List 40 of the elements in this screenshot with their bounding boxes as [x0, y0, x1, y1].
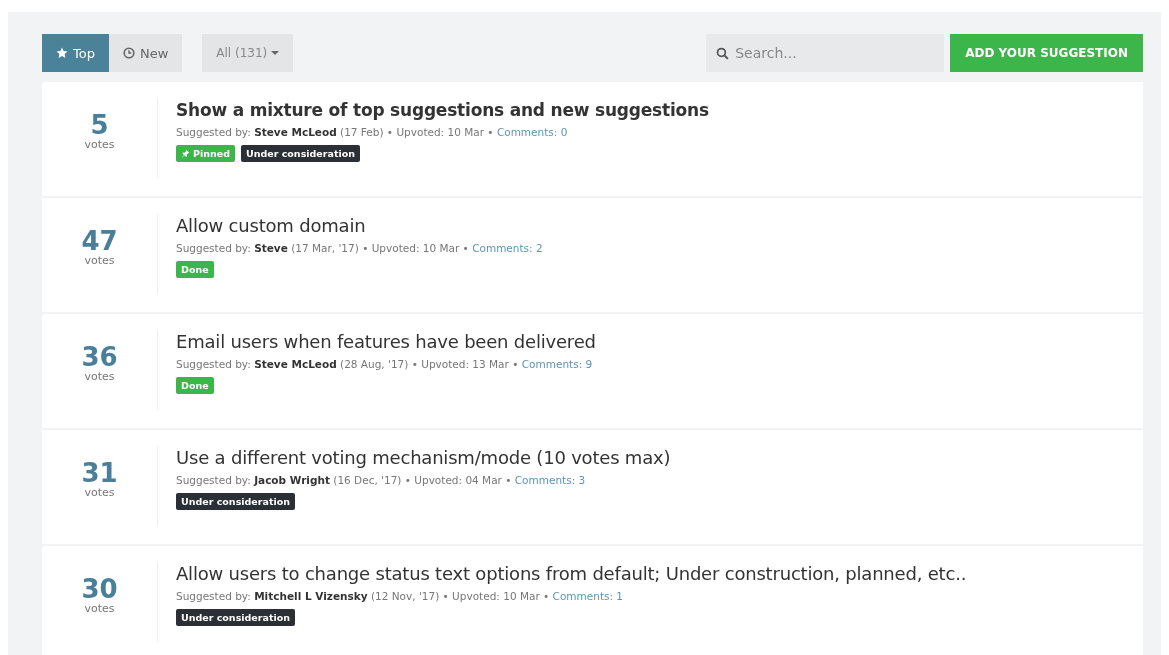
status-tag: Under consideration	[176, 609, 295, 626]
vote-count: 36	[81, 344, 118, 370]
add-suggestion-button[interactable]: ADD YOUR SUGGESTION	[950, 34, 1143, 72]
votes-label: votes	[84, 254, 115, 267]
star-icon	[56, 47, 68, 59]
suggestion-meta: Suggested by: Steve McLeod (28 Aug, '17) • Upvoted: 13 Mar • Comments: 9	[176, 358, 594, 370]
comments-link[interactable]: Comments: 9	[521, 358, 593, 370]
suggestion-title[interactable]: Email users when features have been delivered	[176, 330, 596, 354]
suggestion-title[interactable]: Use a different voting mechanism/mode (10 votes max)	[176, 446, 671, 470]
vote-count: 30	[81, 576, 118, 602]
suggestion-meta: Suggested by: Jacob Wright (16 Dec, '17) • Upvoted: 04 Mar • Comments: 3	[176, 474, 587, 486]
comments-link[interactable]: Comments: 3	[514, 474, 586, 486]
comments-link[interactable]: Comments: 2	[472, 242, 543, 254]
suggestion-meta: Suggested by: Steve (17 Mar, '17) • Upvoted: 10 Mar • Comments: 2	[176, 242, 543, 254]
votes-label: votes	[84, 370, 115, 383]
comments-link[interactable]: Comments: 1	[552, 590, 624, 602]
suggestion-meta: Suggested by: Mitchell L Vizensky (12 Nov, '17) • Upvoted: 10 Mar • Comments: 1	[176, 590, 625, 602]
status-tag: Done	[176, 377, 214, 394]
filter-dropdown[interactable]: All (131)	[202, 34, 294, 72]
vote-count: 31	[81, 460, 118, 486]
votes-label: votes	[84, 602, 115, 615]
sort-tab[interactable]: New	[108, 34, 183, 72]
suggestion-meta: Suggested by: Steve McLeod (17 Feb) • Upvoted: 10 Mar • Comments: 0	[176, 126, 569, 138]
search-field[interactable]: Search...	[706, 34, 945, 72]
sort-tab[interactable]: Top	[42, 34, 109, 72]
status-tag: Done	[176, 261, 214, 278]
votes-label: votes	[84, 138, 115, 151]
pinned-tag: Pinned	[176, 145, 235, 162]
suggestion-title[interactable]: Allow users to change status text options from default; Under construction, planned, etc..	[176, 562, 967, 586]
clock-icon	[122, 47, 135, 59]
vote-count: 47	[81, 228, 118, 254]
votes-label: votes	[84, 486, 115, 499]
caret-icon	[271, 51, 280, 55]
status-tag: Under consideration	[241, 145, 360, 162]
suggestion-title[interactable]: Allow custom domain	[176, 214, 543, 238]
vote-count: 5	[90, 112, 109, 138]
suggestion-title[interactable]: Show a mixture of top suggestions and new suggestions	[176, 98, 709, 122]
comments-link[interactable]: Comments: 0	[496, 126, 568, 138]
status-tag: Under consideration	[176, 493, 295, 510]
pin-icon	[181, 149, 190, 158]
